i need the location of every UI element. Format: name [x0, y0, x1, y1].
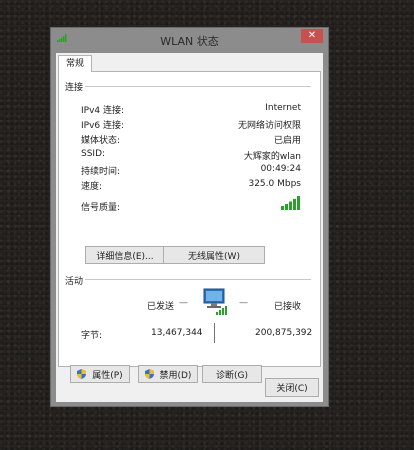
media-state-value: 已启用 [273, 136, 301, 146]
close-icon: ✕ [307, 30, 317, 41]
ipv6-value: 无网络访问权限 [237, 121, 301, 131]
title-bar[interactable]: WLAN 状态 ✕ [51, 28, 328, 53]
media-state-label: 媒体状态: [81, 136, 121, 146]
wireless-properties-button[interactable]: 无线属性(W) [163, 246, 265, 264]
sent-label: 已发送 [147, 302, 175, 312]
window-title: WLAN 状态 [160, 35, 219, 48]
received-label: 已接收 [274, 302, 302, 312]
info-row-ipv6: IPv6 连接: 无网络访问权限 [81, 118, 301, 132]
diagnose-button[interactable]: 诊断(G) [202, 365, 262, 383]
info-row-ssid: SSID: 大辉家的wlan [81, 149, 301, 163]
info-row-ipv4: IPv4 连接: Internet [81, 103, 301, 117]
general-tab-panel: 连接 IPv4 连接: Internet IPv6 连接: 无网络访问权限 媒体… [58, 71, 321, 367]
close-window-button[interactable]: ✕ [301, 29, 323, 43]
connection-divider [85, 86, 311, 87]
ssid-value: 大辉家的wlan [243, 152, 301, 162]
received-dash: — [239, 298, 248, 308]
activity-section-label: 活动 [65, 277, 84, 287]
info-row-signal-quality: 信号质量: [81, 196, 301, 214]
shield-icon [77, 369, 87, 379]
properties-button[interactable]: 属性(P) [70, 365, 130, 383]
bytes-label: 字节: [81, 331, 103, 341]
info-row-media-state: 媒体状态: 已启用 [81, 133, 301, 147]
bytes-received-value: 200,875,392 [255, 328, 313, 338]
ssid-label: SSID: [81, 149, 106, 159]
signal-strength-icon [281, 196, 300, 210]
wlan-status-window: WLAN 状态 ✕ 常规 连接 IPv4 连接: Internet IPv6 连… [50, 27, 329, 407]
info-row-speed: 速度: 325.0 Mbps [81, 179, 301, 193]
activity-separator [214, 323, 215, 343]
duration-value: 00:49:24 [260, 164, 301, 174]
details-button[interactable]: 详细信息(E)... [85, 246, 165, 264]
ipv4-value: Internet [265, 103, 301, 113]
network-computer-icon [203, 288, 227, 315]
duration-label: 持续时间: [81, 167, 121, 177]
ipv4-label: IPv4 连接: [81, 106, 125, 116]
ipv6-label: IPv6 连接: [81, 121, 125, 131]
signal-quality-label: 信号质量: [81, 203, 121, 213]
info-row-duration: 持续时间: 00:49:24 [81, 164, 301, 178]
connection-section-label: 连接 [65, 83, 84, 93]
speed-value: 325.0 Mbps [248, 179, 301, 189]
activity-divider [85, 279, 311, 280]
shield-icon [144, 369, 154, 379]
disable-button[interactable]: 禁用(D) [138, 365, 198, 383]
bytes-sent-value: 13,467,344 [151, 328, 203, 338]
close-button[interactable]: 关闭(C) [265, 378, 319, 397]
sent-dash: — [179, 298, 188, 308]
tab-general[interactable]: 常规 [58, 55, 92, 72]
dialog-client-area: 常规 连接 IPv4 连接: Internet IPv6 连接: 无网络访问权限… [56, 53, 323, 402]
speed-label: 速度: [81, 182, 103, 192]
